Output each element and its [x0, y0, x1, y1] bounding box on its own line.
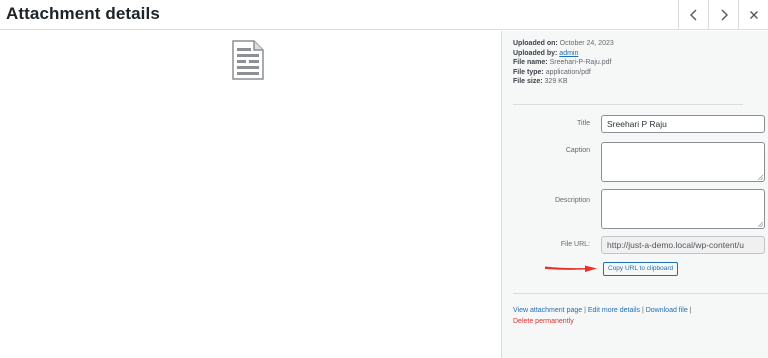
actions-divider: [513, 293, 768, 294]
file-type-row: File type: application/pdf: [513, 68, 614, 78]
edit-details-link[interactable]: Edit more details: [588, 307, 640, 314]
caption-label: Caption: [565, 147, 590, 154]
file-size-row: File size: 329 KB: [513, 77, 614, 87]
attachment-preview: [0, 31, 501, 358]
file-size-label: File size:: [513, 78, 543, 86]
document-icon: [232, 40, 264, 80]
details-divider: [513, 104, 743, 105]
file-url-label: File URL:: [560, 241, 590, 248]
uploaded-on-label: Uploaded on:: [513, 40, 558, 47]
resize-handle-icon[interactable]: [758, 175, 763, 180]
modal-header: Attachment details: [0, 0, 768, 30]
uploaded-on-value: October 24, 2023: [559, 40, 614, 47]
view-attachment-link[interactable]: View attachment page: [513, 307, 582, 314]
uploaded-by-link[interactable]: admin: [559, 50, 578, 57]
actions-line-2: Delete permanently: [513, 316, 692, 327]
title-input[interactable]: [601, 115, 765, 133]
file-type-value: application/pdf: [545, 68, 591, 76]
separator-3: |: [687, 307, 692, 314]
attachment-actions: View attachment page | Edit more details…: [513, 305, 692, 327]
file-name-label: File name:: [513, 59, 548, 67]
attachment-sidebar: Uploaded on: October 24, 2023 Uploaded b…: [501, 31, 768, 358]
description-label: Description: [554, 197, 590, 204]
file-url-input[interactable]: http://just-a-demo.local/wp-content/u: [601, 236, 765, 254]
file-name-value: Sreehari-P-Raju.pdf: [549, 59, 612, 67]
caption-textarea[interactable]: [601, 142, 765, 182]
delete-permanently-link[interactable]: Delete permanently: [513, 318, 574, 325]
chevron-left-icon: [689, 9, 696, 21]
download-file-link[interactable]: Download file: [646, 307, 688, 314]
modal-title: Attachment details: [6, 4, 160, 23]
file-size-value: 329 KB: [544, 78, 568, 86]
title-label: Title: [577, 120, 590, 127]
description-textarea[interactable]: [601, 189, 765, 229]
close-button[interactable]: [738, 0, 768, 30]
uploaded-by-row: Uploaded by: admin: [513, 49, 614, 59]
uploaded-on-row: Uploaded on: October 24, 2023: [513, 39, 614, 49]
next-button[interactable]: [708, 0, 738, 30]
resize-handle-icon[interactable]: [758, 222, 763, 227]
actions-line-1: View attachment page | Edit more details…: [513, 305, 692, 316]
file-name-row: File name: Sreehari-P-Raju.pdf: [513, 58, 614, 68]
file-details: Uploaded on: October 24, 2023 Uploaded b…: [513, 39, 614, 87]
previous-button[interactable]: [678, 0, 708, 30]
chevron-right-icon: [721, 9, 728, 21]
uploaded-by-label: Uploaded by:: [513, 49, 558, 57]
close-icon: [749, 11, 758, 19]
annotation-arrow-icon: [545, 265, 597, 272]
copy-url-button[interactable]: Copy URL to clipboard: [603, 262, 679, 276]
file-type-label: File type:: [513, 68, 544, 76]
